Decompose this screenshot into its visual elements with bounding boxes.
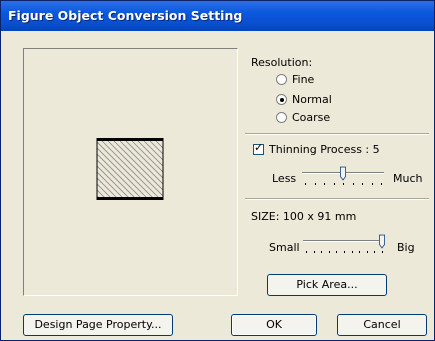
- size-slider[interactable]: [303, 234, 385, 256]
- slider-tick: [381, 183, 382, 185]
- slider-track: [303, 240, 385, 242]
- size-label: SIZE: 100 x 91 mm: [251, 210, 357, 223]
- preview-panel: [23, 48, 238, 296]
- slider-tick: [362, 183, 363, 185]
- thinning-checkbox[interactable]: ✓: [253, 141, 264, 155]
- slider-tick: [352, 183, 354, 185]
- slider-tick: [351, 251, 353, 253]
- dialog-title: Figure Object Conversion Setting: [8, 8, 243, 23]
- thinning-min-label: Less: [272, 172, 297, 185]
- dialog-window: Figure Object Conversion Setting Resolut…: [0, 0, 435, 341]
- slider-tick: [382, 251, 383, 253]
- title-bar[interactable]: Figure Object Conversion Setting: [1, 1, 434, 31]
- slider-tick: [321, 251, 323, 253]
- design-page-property-button[interactable]: Design Page Property...: [23, 314, 173, 336]
- cancel-button[interactable]: Cancel: [337, 314, 427, 336]
- slider-tick: [374, 251, 376, 253]
- radio-selected-icon: [276, 94, 287, 105]
- slider-tick: [344, 251, 345, 253]
- slider-tick: [328, 251, 330, 253]
- slider-thumb[interactable]: [379, 234, 385, 249]
- radio-coarse-label: Coarse: [292, 111, 331, 124]
- ok-button[interactable]: OK: [231, 314, 317, 336]
- slider-tick: [306, 251, 307, 253]
- slider-tick: [333, 183, 335, 185]
- radio-icon: [276, 112, 287, 123]
- radio-normal-label: Normal: [292, 93, 332, 106]
- slider-tick: [305, 183, 306, 185]
- slider-tick: [343, 183, 344, 185]
- divider: [245, 133, 429, 135]
- divider: [245, 198, 429, 200]
- checkmark-icon: ✓: [254, 141, 264, 154]
- slider-tick: [324, 183, 325, 185]
- pick-area-button[interactable]: Pick Area...: [267, 274, 387, 296]
- slider-tick: [313, 251, 315, 253]
- radio-icon: [276, 74, 287, 85]
- size-min-label: Small: [269, 241, 300, 254]
- figure-preview-icon: [95, 136, 167, 204]
- slider-tick: [336, 251, 338, 253]
- size-max-label: Big: [397, 241, 415, 254]
- slider-thumb[interactable]: [340, 166, 346, 181]
- slider-tick: [359, 251, 361, 253]
- thinning-slider[interactable]: [302, 166, 384, 188]
- radio-fine-label: Fine: [292, 73, 315, 86]
- thinning-max-label: Much: [393, 172, 423, 185]
- slider-tick: [371, 183, 373, 185]
- thinning-label: Thinning Process : 5: [269, 143, 380, 156]
- resolution-label: Resolution:: [251, 56, 313, 69]
- slider-tick: [366, 251, 368, 253]
- slider-tick: [314, 183, 316, 185]
